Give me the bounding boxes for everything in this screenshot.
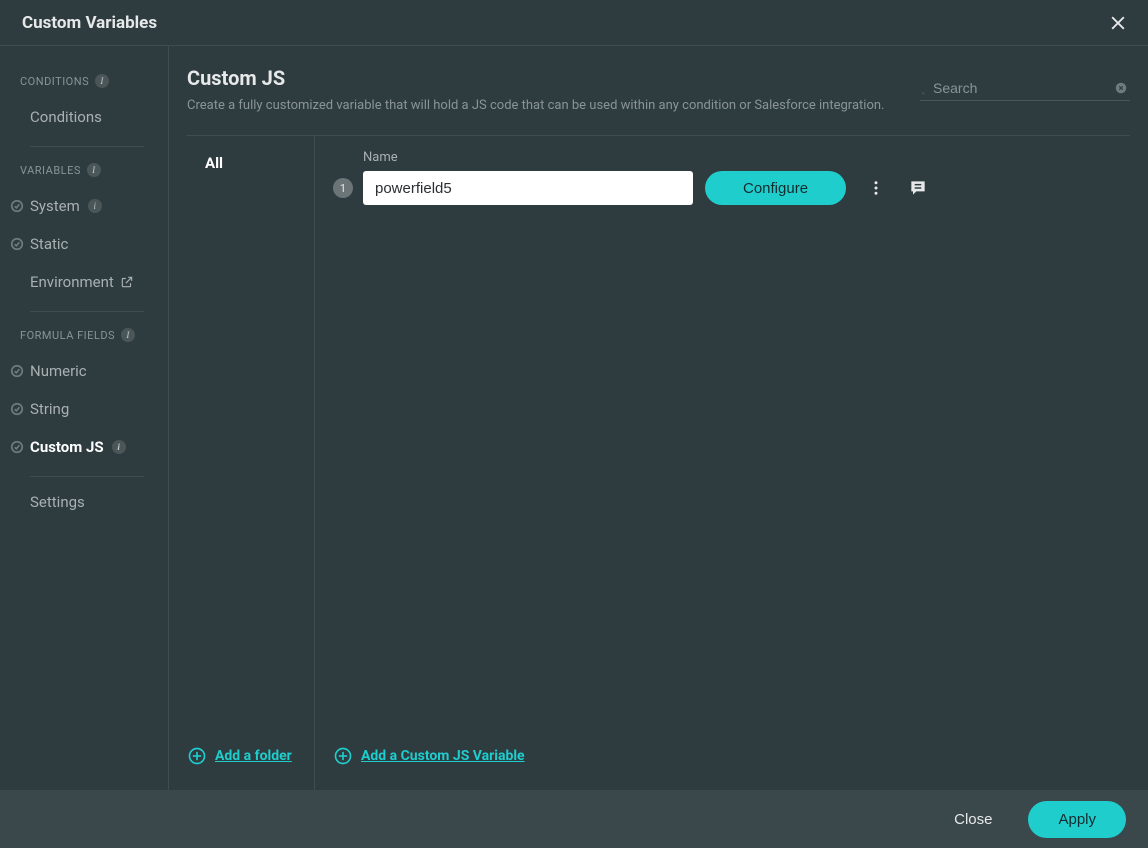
close-button[interactable]: Close — [942, 803, 1004, 836]
nav-item-label: Conditions — [30, 108, 102, 126]
modal-header: Custom Variables — [0, 0, 1148, 46]
close-icon[interactable] — [1104, 9, 1132, 37]
search-icon — [922, 80, 925, 96]
add-variable-link[interactable]: Add a Custom JS Variable — [333, 732, 1130, 790]
nav-item-static[interactable]: Static — [0, 225, 168, 263]
divider — [30, 146, 144, 147]
group-header-variables: VARIABLES i — [0, 153, 168, 187]
nav-item-custom-js[interactable]: Custom JS i — [0, 428, 168, 466]
configure-button[interactable]: Configure — [705, 171, 846, 205]
nav-item-string[interactable]: String — [0, 390, 168, 428]
nav-item-label: System — [30, 197, 80, 215]
table-row: 1 Configure — [333, 171, 1130, 205]
group-header-label: VARIABLES — [20, 164, 81, 177]
search-field[interactable] — [920, 76, 1130, 101]
variable-row: Name 1 Configure — [333, 150, 1130, 205]
row-index-badge: 1 — [333, 178, 353, 198]
heading-block: Custom JS Create a fully customized vari… — [187, 66, 884, 113]
add-variable-label: Add a Custom JS Variable — [361, 748, 525, 764]
nav-item-settings[interactable]: Settings — [0, 483, 168, 521]
nav-item-environment[interactable]: Environment — [0, 263, 168, 301]
plus-circle-icon — [333, 746, 353, 766]
external-link-icon — [120, 275, 134, 289]
search-input[interactable] — [933, 80, 1114, 96]
clear-icon[interactable] — [1114, 80, 1128, 96]
add-folder-label: Add a folder — [215, 748, 292, 764]
main-panel: Custom JS Create a fully customized vari… — [168, 46, 1148, 790]
nav-item-label: String — [30, 400, 69, 418]
info-icon[interactable]: i — [87, 163, 101, 177]
info-icon[interactable]: i — [88, 199, 102, 213]
group-header-label: FORMULA FIELDS — [20, 329, 115, 342]
items-column: Name 1 Configure — [315, 136, 1130, 790]
modal-title: Custom Variables — [22, 13, 157, 33]
more-options-icon[interactable] — [864, 176, 888, 200]
check-icon — [10, 364, 24, 378]
sidebar: CONDITIONS i Conditions VARIABLES i Syst… — [0, 46, 168, 790]
group-header-label: CONDITIONS — [20, 75, 89, 88]
apply-button[interactable]: Apply — [1028, 801, 1126, 838]
info-icon[interactable]: i — [121, 328, 135, 342]
main-header: Custom JS Create a fully customized vari… — [187, 66, 1130, 136]
name-column-label: Name — [363, 150, 1130, 165]
nav-item-label: Environment — [30, 273, 114, 291]
folder-all[interactable]: All — [187, 136, 314, 188]
nav-item-label: Settings — [30, 493, 85, 511]
check-icon — [10, 237, 24, 251]
nav-item-label: Numeric — [30, 362, 87, 380]
divider — [30, 476, 144, 477]
group-header-formula: FORMULA FIELDS i — [0, 318, 168, 352]
add-folder-link[interactable]: Add a folder — [187, 732, 314, 790]
nav-item-conditions[interactable]: Conditions — [0, 98, 168, 136]
folder-column: All Add a folder — [187, 136, 315, 790]
group-header-conditions: CONDITIONS i — [0, 64, 168, 98]
page-description: Create a fully customized variable that … — [187, 98, 884, 113]
modal-footer: Close Apply — [0, 790, 1148, 848]
info-icon[interactable]: i — [112, 440, 126, 454]
nav-item-label: Static — [30, 235, 68, 253]
info-icon[interactable]: i — [95, 74, 109, 88]
nav-item-label: Custom JS — [30, 438, 104, 456]
content-columns: All Add a folder Name 1 — [187, 136, 1130, 790]
nav-item-system[interactable]: System i — [0, 187, 168, 225]
nav-item-numeric[interactable]: Numeric — [0, 352, 168, 390]
check-icon — [10, 402, 24, 416]
divider — [30, 311, 144, 312]
modal-body: CONDITIONS i Conditions VARIABLES i Syst… — [0, 46, 1148, 790]
variable-name-input[interactable] — [363, 171, 693, 205]
custom-variables-modal: Custom Variables CONDITIONS i Conditions… — [0, 0, 1148, 848]
plus-circle-icon — [187, 746, 207, 766]
check-icon — [10, 199, 24, 213]
check-icon — [10, 440, 24, 454]
comment-icon[interactable] — [906, 176, 930, 200]
page-title: Custom JS — [187, 66, 884, 90]
